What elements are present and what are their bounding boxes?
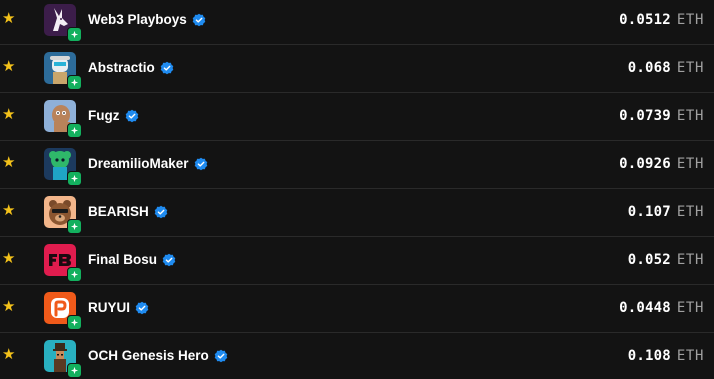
collection-name-text: OCH Genesis Hero [88,348,209,363]
favorite-star-icon[interactable]: ★ [2,347,16,362]
collection-name-text: Fugz [88,108,120,123]
favorite-star-icon[interactable]: ★ [2,299,16,314]
chain-badge-icon [67,267,82,282]
favorite-star-icon[interactable]: ★ [2,59,16,74]
collection-row[interactable]: ★ Fugz 0.0739 ETH [0,93,714,141]
collection-name[interactable]: Abstractio [88,60,174,75]
floor-price: 0.108 ETH [628,348,704,364]
verified-badge-icon [214,349,228,362]
price-unit: ETH [676,300,704,316]
collection-row[interactable]: ★ DreamilioMaker 0.0926 ETH [0,141,714,189]
collection-name[interactable]: RUYUI [88,300,149,315]
collection-avatar[interactable] [44,4,82,42]
collection-avatar[interactable] [44,196,82,234]
verified-badge-icon [194,157,207,170]
price-value: 0.0739 [619,108,671,124]
verified-badge-icon [125,109,138,122]
price-value: 0.108 [627,348,671,364]
favorite-star-icon[interactable]: ★ [2,155,16,170]
collection-avatar[interactable] [44,292,82,330]
price-unit: ETH [676,252,704,268]
price-value: 0.068 [627,60,671,76]
verified-badge-icon [135,301,149,314]
collection-row[interactable]: ★ Final Bosu 0.052 ETH [0,237,714,285]
price-value: 0.0512 [619,12,671,28]
collection-name[interactable]: DreamilioMaker [88,156,208,171]
price-unit: ETH [676,12,704,28]
chain-badge-icon [67,75,82,90]
verified-badge-icon [154,205,168,218]
chain-badge-icon [67,363,82,378]
collection-avatar[interactable] [44,148,82,186]
collection-row[interactable]: ★ Abstractio 0.068 ETH [0,45,714,93]
collection-row[interactable]: ★ OCH Genesis Hero 0.108 ETH [0,333,714,379]
collection-name-text: Abstractio [88,60,155,75]
chain-badge-icon [67,123,82,138]
collection-name-text: BEARISH [88,204,149,219]
price-value: 0.052 [627,252,671,268]
favorite-star-icon[interactable]: ★ [2,203,16,218]
price-unit: ETH [676,156,704,172]
verified-badge-icon [192,13,206,26]
collection-avatar[interactable] [44,340,82,378]
price-value: 0.0926 [619,156,671,172]
verified-badge-icon [160,61,174,74]
collection-name[interactable]: OCH Genesis Hero [88,348,228,363]
floor-price: 0.107 ETH [628,204,704,220]
collection-name[interactable]: Web3 Playboys [88,12,206,27]
chain-badge-icon [67,219,82,234]
collection-row[interactable]: ★ RUYUI 0.0448 ETH [0,285,714,333]
collection-avatar[interactable] [44,52,82,90]
favorite-star-icon[interactable]: ★ [2,107,16,122]
chain-badge-icon [67,315,82,330]
chain-badge-icon [67,27,82,42]
price-value: 0.107 [627,204,671,220]
collection-name-text: RUYUI [88,300,131,315]
floor-price: 0.0448 ETH [619,300,704,316]
collection-name[interactable]: BEARISH [88,204,168,219]
floor-price: 0.052 ETH [628,252,704,268]
verified-badge-icon [162,253,176,266]
collection-name[interactable]: Fugz [88,108,139,123]
price-unit: ETH [676,60,704,76]
favorite-star-icon[interactable]: ★ [2,251,16,266]
collection-name[interactable]: Final Bosu [88,252,176,267]
favorite-star-icon[interactable]: ★ [2,11,16,26]
collection-avatar[interactable] [44,244,82,282]
collection-name-text: Web3 Playboys [88,12,187,27]
floor-price: 0.0512 ETH [619,12,704,28]
collection-name-text: DreamilioMaker [88,156,189,171]
chain-badge-icon [67,171,82,186]
floor-price: 0.0739 ETH [619,108,704,124]
floor-price: 0.068 ETH [628,60,704,76]
collection-list: ★ Web3 Playboys 0.0512 ETH ★ Abstractio … [0,0,714,379]
collection-row[interactable]: ★ BEARISH 0.107 ETH [0,189,714,237]
price-value: 0.0448 [619,300,671,316]
collection-avatar[interactable] [44,100,82,138]
price-unit: ETH [676,108,704,124]
floor-price: 0.0926 ETH [619,156,704,172]
price-unit: ETH [676,204,704,220]
collection-name-text: Final Bosu [88,252,158,267]
collection-row[interactable]: ★ Web3 Playboys 0.0512 ETH [0,0,714,45]
price-unit: ETH [676,348,704,364]
